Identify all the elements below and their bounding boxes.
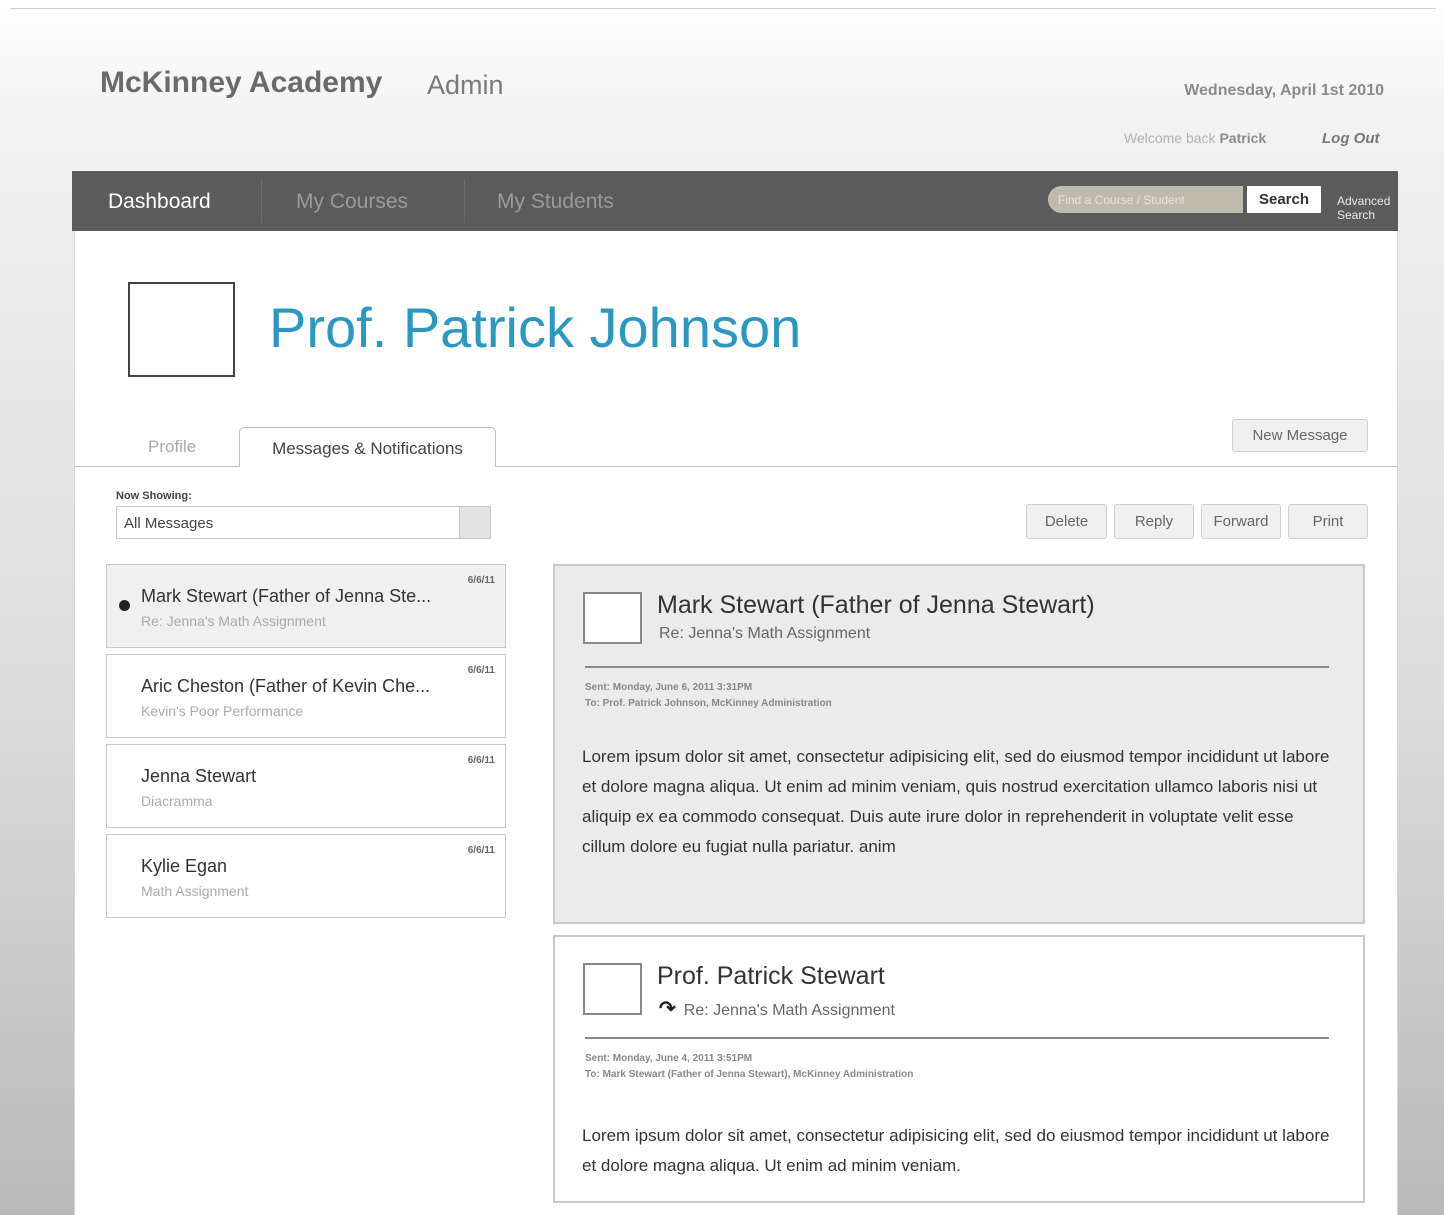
message-list-item[interactable]: Kylie Egan Math Assignment 6/6/11 bbox=[106, 834, 506, 918]
sender-avatar bbox=[583, 963, 642, 1015]
chevron-down-icon[interactable] bbox=[459, 507, 490, 538]
reply-button[interactable]: Reply bbox=[1114, 504, 1194, 539]
tab-profile[interactable]: Profile bbox=[148, 437, 196, 457]
new-message-button[interactable]: New Message bbox=[1232, 419, 1368, 452]
message-date: 6/6/11 bbox=[467, 575, 495, 586]
sender-avatar bbox=[583, 592, 642, 644]
card-subject-row: ↶ Re: Jenna's Math Assignment bbox=[659, 996, 895, 1021]
top-rule bbox=[10, 8, 1436, 9]
current-date: Wednesday, April 1st 2010 bbox=[1184, 82, 1384, 99]
welcome-prefix: Welcome back bbox=[1124, 130, 1216, 146]
card-to-line: To: Mark Stewart (Father of Jenna Stewar… bbox=[585, 1069, 914, 1080]
card-divider bbox=[585, 1037, 1329, 1039]
message-sender: Jenna Stewart bbox=[141, 766, 257, 786]
card-sender: Mark Stewart (Father of Jenna Stewart) bbox=[657, 591, 1095, 619]
search-button[interactable]: Search bbox=[1247, 186, 1321, 213]
card-subject: Re: Jenna's Math Assignment bbox=[683, 1002, 895, 1019]
card-sender: Prof. Patrick Stewart bbox=[657, 962, 885, 990]
nav-divider bbox=[261, 179, 262, 223]
welcome-message: Welcome back Patrick bbox=[1124, 130, 1266, 146]
logout-link[interactable]: Log Out bbox=[1322, 130, 1379, 147]
filter-label: Now Showing: bbox=[116, 490, 192, 502]
message-date: 6/6/11 bbox=[467, 755, 495, 766]
profile-name: Prof. Patrick Johnson bbox=[269, 296, 802, 359]
message-list-item[interactable]: Mark Stewart (Father of Jenna Ste... Re:… bbox=[106, 564, 506, 648]
reply-arrow-icon: ↶ bbox=[659, 998, 676, 1020]
message-sender: Mark Stewart (Father of Jenna Ste... bbox=[141, 586, 432, 606]
card-sent-line: Sent: Monday, June 6, 2011 3:31PM bbox=[585, 682, 753, 693]
message-date: 6/6/11 bbox=[467, 845, 495, 856]
profile-avatar bbox=[128, 282, 235, 377]
forward-button[interactable]: Forward bbox=[1201, 504, 1281, 539]
tab-messages-notifications[interactable]: Messages & Notifications bbox=[239, 427, 496, 467]
card-body: Lorem ipsum dolor sit amet, consectetur … bbox=[582, 747, 1330, 856]
message-card: Prof. Patrick Stewart ↶ Re: Jenna's Math … bbox=[553, 935, 1365, 1203]
nav-divider bbox=[464, 179, 465, 223]
user-name: Patrick bbox=[1219, 130, 1267, 146]
delete-button[interactable]: Delete bbox=[1026, 504, 1107, 539]
nav-my-courses[interactable]: My Courses bbox=[296, 190, 408, 214]
message-sender: Aric Cheston (Father of Kevin Che... bbox=[141, 676, 431, 696]
message-sender: Kylie Egan bbox=[141, 856, 228, 876]
card-divider bbox=[585, 666, 1329, 668]
message-subject: Math Assignment bbox=[141, 883, 249, 899]
card-sent-line: Sent: Monday, June 4, 2011 3:51PM bbox=[585, 1053, 753, 1064]
message-subject: Diacramma bbox=[141, 793, 213, 809]
unread-dot-icon bbox=[119, 600, 130, 611]
card-body: Lorem ipsum dolor sit amet, consectetur … bbox=[582, 1126, 1330, 1175]
message-card: Mark Stewart (Father of Jenna Stewart) R… bbox=[553, 564, 1365, 924]
nav-my-students[interactable]: My Students bbox=[497, 190, 614, 214]
nav-dashboard[interactable]: Dashboard bbox=[108, 190, 211, 214]
card-subject: Re: Jenna's Math Assignment bbox=[659, 625, 871, 642]
card-to-line: To: Prof. Patrick Johnson, McKinney Admi… bbox=[585, 698, 832, 709]
filter-value: All Messages bbox=[124, 515, 214, 532]
advanced-search-link[interactable]: Advanced Search bbox=[1337, 194, 1398, 222]
search-input[interactable] bbox=[1048, 186, 1243, 213]
message-date: 6/6/11 bbox=[467, 665, 495, 676]
message-list-item[interactable]: Jenna Stewart Diacramma 6/6/11 bbox=[106, 744, 506, 828]
message-subject: Kevin's Poor Performance bbox=[141, 703, 304, 719]
main-navbar: Dashboard My Courses My Students Search … bbox=[72, 171, 1398, 231]
print-button[interactable]: Print bbox=[1288, 504, 1368, 539]
message-list-item[interactable]: Aric Cheston (Father of Kevin Che... Kev… bbox=[106, 654, 506, 738]
app-subtitle: Admin bbox=[427, 70, 504, 100]
app-title: McKinney Academy bbox=[100, 66, 383, 99]
message-subject: Re: Jenna's Math Assignment bbox=[141, 613, 326, 629]
content-panel: Prof. Patrick Johnson Profile Messages &… bbox=[74, 231, 1398, 1215]
message-filter-select[interactable]: All Messages bbox=[116, 506, 491, 539]
